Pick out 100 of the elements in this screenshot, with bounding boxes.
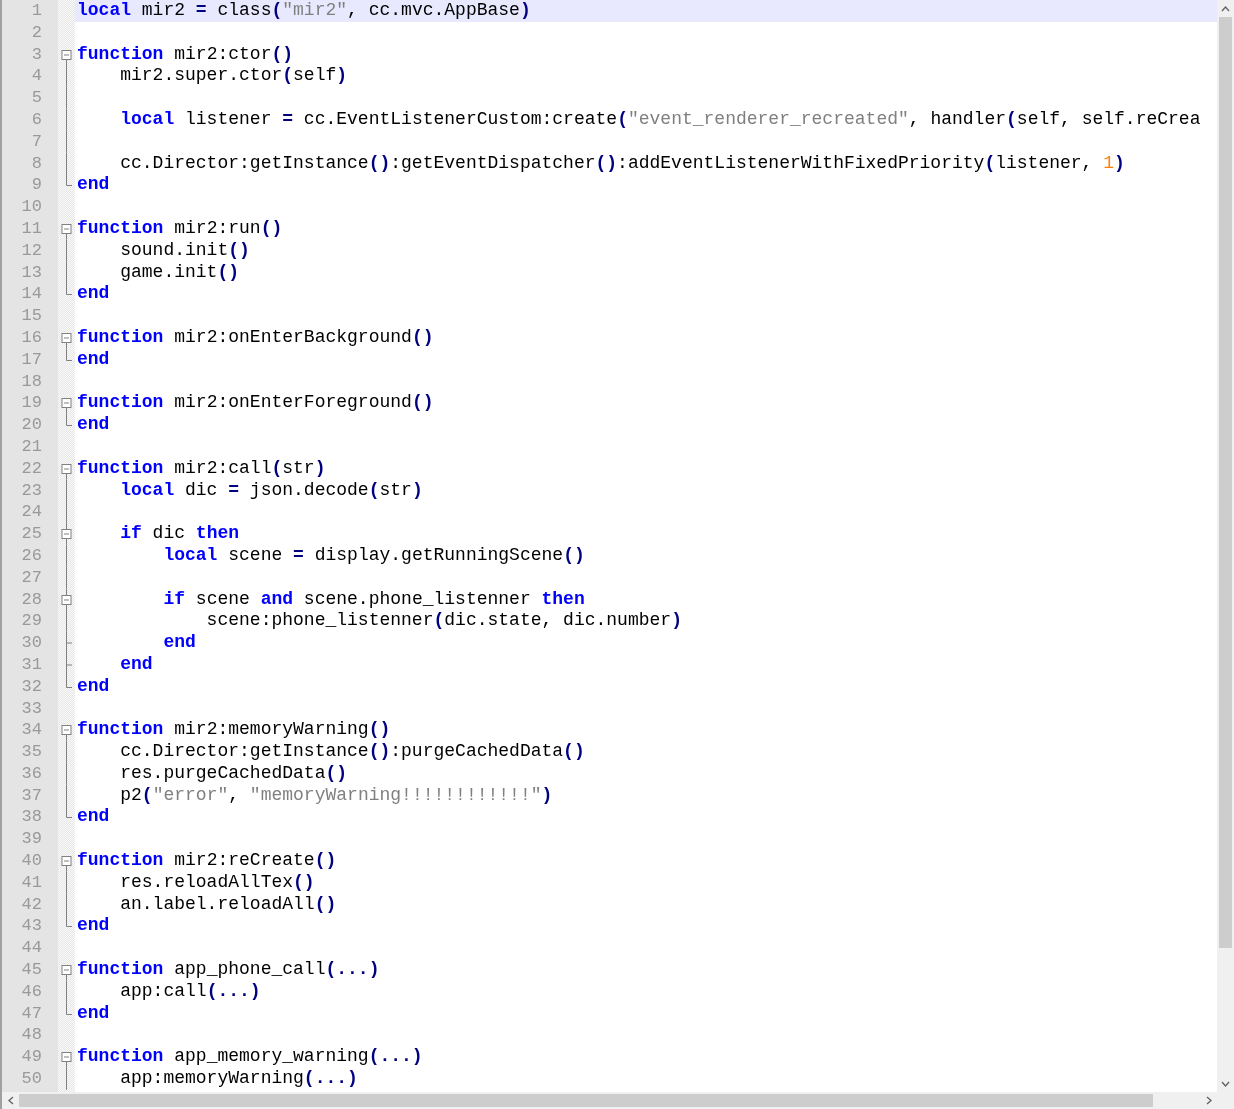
line-number: 7 (30, 130, 43, 153)
code-line: end (119, 653, 154, 676)
line-number: 29 (20, 610, 43, 633)
code-line: end (76, 675, 111, 698)
line-number: 13 (20, 261, 43, 284)
line-number: 26 (20, 544, 43, 567)
line-number: 47 (20, 1002, 43, 1025)
code-line: end (76, 1002, 111, 1025)
fold-end-line (66, 675, 72, 688)
line-number: 49 (20, 1046, 43, 1069)
line-number: 24 (20, 501, 43, 524)
code-line: function mir2:reCreate() (76, 850, 338, 872)
line-number: 31 (20, 653, 43, 676)
code-line: cc.Director:getInstance():getEventDispatcher():addEventListenerWithFixedPriority(listener, 1) (119, 152, 1126, 175)
fold-end-line (66, 348, 72, 361)
code-line: end (76, 174, 111, 197)
line-number: 18 (20, 370, 43, 393)
line-number: 6 (30, 109, 43, 131)
code-line: if dic then (119, 523, 241, 545)
code-line: sound.init() (119, 239, 251, 262)
line-number: 39 (20, 828, 43, 851)
line-number: 34 (20, 719, 43, 742)
line-number: 10 (20, 196, 43, 218)
fold-end-line (66, 915, 72, 928)
code-line: end (76, 806, 111, 829)
line-number: 3 (30, 43, 43, 66)
line-number: 45 (20, 959, 43, 981)
line-number: 5 (30, 87, 43, 109)
code-line: local listener = cc.EventListenerCustom:create("event_renderer_recreated", handler(self, self.reCrea (119, 109, 1202, 131)
code-line: an.label.reloadAll() (119, 893, 338, 916)
line-number: 16 (20, 326, 43, 349)
code-line: function app_memory_warning(...) (76, 1046, 424, 1069)
code-line: local scene = display.getRunningScene() (162, 544, 586, 567)
code-line: function mir2:ctor() (76, 43, 295, 66)
line-number: 32 (20, 675, 43, 698)
line-number: 38 (20, 806, 43, 829)
code-line: if scene and scene.phone_listenner then (162, 588, 586, 611)
fold-collapse-icon[interactable] (61, 588, 72, 611)
fold-collapse-icon[interactable] (61, 523, 72, 545)
code-line: end (76, 414, 111, 436)
line-number: 14 (20, 283, 43, 306)
fold-end-line (66, 283, 72, 296)
code-line: p2("error", "memoryWarning!!!!!!!!!!!!") (119, 784, 554, 807)
line-number: 41 (20, 871, 43, 894)
line-number: 20 (20, 414, 43, 436)
fold-end-line (66, 806, 72, 819)
code-line: res.purgeCachedData() (119, 762, 349, 785)
scrollbar-thumb[interactable] (1219, 17, 1232, 949)
line-number: 36 (20, 762, 43, 785)
horizontal-scrollbar[interactable] (2, 1092, 1217, 1109)
code-line: res.reloadAllTex() (119, 871, 316, 894)
line-number: 44 (20, 937, 43, 960)
code-line: end (76, 915, 111, 938)
vertical-scrollbar[interactable] (1217, 0, 1234, 1092)
line-number: 9 (30, 174, 43, 197)
line-number: 1 (30, 0, 43, 22)
line-number: 33 (20, 697, 43, 720)
fold-end-line (66, 414, 72, 427)
line-number: 46 (20, 980, 43, 1003)
code-line: function mir2:call(str) (76, 457, 327, 480)
line-number: 43 (20, 915, 43, 938)
line-number: 15 (20, 305, 43, 327)
code-line: scene:phone_listenner(dic.state, dic.number) (205, 610, 683, 633)
fold-end-line (66, 1002, 72, 1015)
fold-end-line (66, 174, 72, 187)
code-line: app:memoryWarning(...) (119, 1068, 359, 1090)
line-number: 8 (30, 152, 43, 175)
line-number: 4 (30, 65, 43, 88)
code-line: function mir2:onEnterBackground() (76, 326, 435, 349)
line-number: 11 (20, 217, 43, 240)
code-line: game.init() (119, 261, 241, 284)
code-line: app:call(...) (119, 980, 262, 1003)
line-number: 48 (20, 1024, 43, 1047)
line-number: 42 (20, 893, 43, 916)
code-line: function mir2:onEnterForeground() (76, 392, 435, 415)
line-number: 25 (20, 523, 43, 545)
line-number: 17 (20, 348, 43, 371)
line-number: 50 (20, 1068, 43, 1090)
code-line: function app_phone_call(...) (76, 959, 381, 981)
line-number: 23 (20, 479, 43, 502)
code-line: mir2.super.ctor(self) (119, 65, 349, 88)
line-number: 40 (20, 850, 43, 872)
line-number: 21 (20, 435, 43, 458)
code-line: end (76, 348, 111, 371)
line-number: 30 (20, 632, 43, 654)
code-line: function mir2:memoryWarning() (76, 719, 392, 742)
line-number: 27 (20, 566, 43, 589)
code-line: end (76, 283, 111, 306)
code-line: local dic = json.decode(str) (119, 479, 424, 502)
code-line: function mir2:run() (76, 217, 284, 240)
line-number: 19 (20, 392, 43, 415)
line-number: 37 (20, 784, 43, 807)
line-number: 12 (20, 239, 43, 262)
code-line: cc.Director:getInstance():purgeCachedData() (119, 741, 586, 763)
line-number: 2 (30, 21, 43, 44)
line-number: 22 (20, 457, 43, 480)
line-number: 28 (20, 588, 43, 611)
code-line: end (162, 632, 197, 654)
line-number: 35 (20, 741, 43, 763)
scrollbar-thumb[interactable] (19, 1094, 1153, 1107)
